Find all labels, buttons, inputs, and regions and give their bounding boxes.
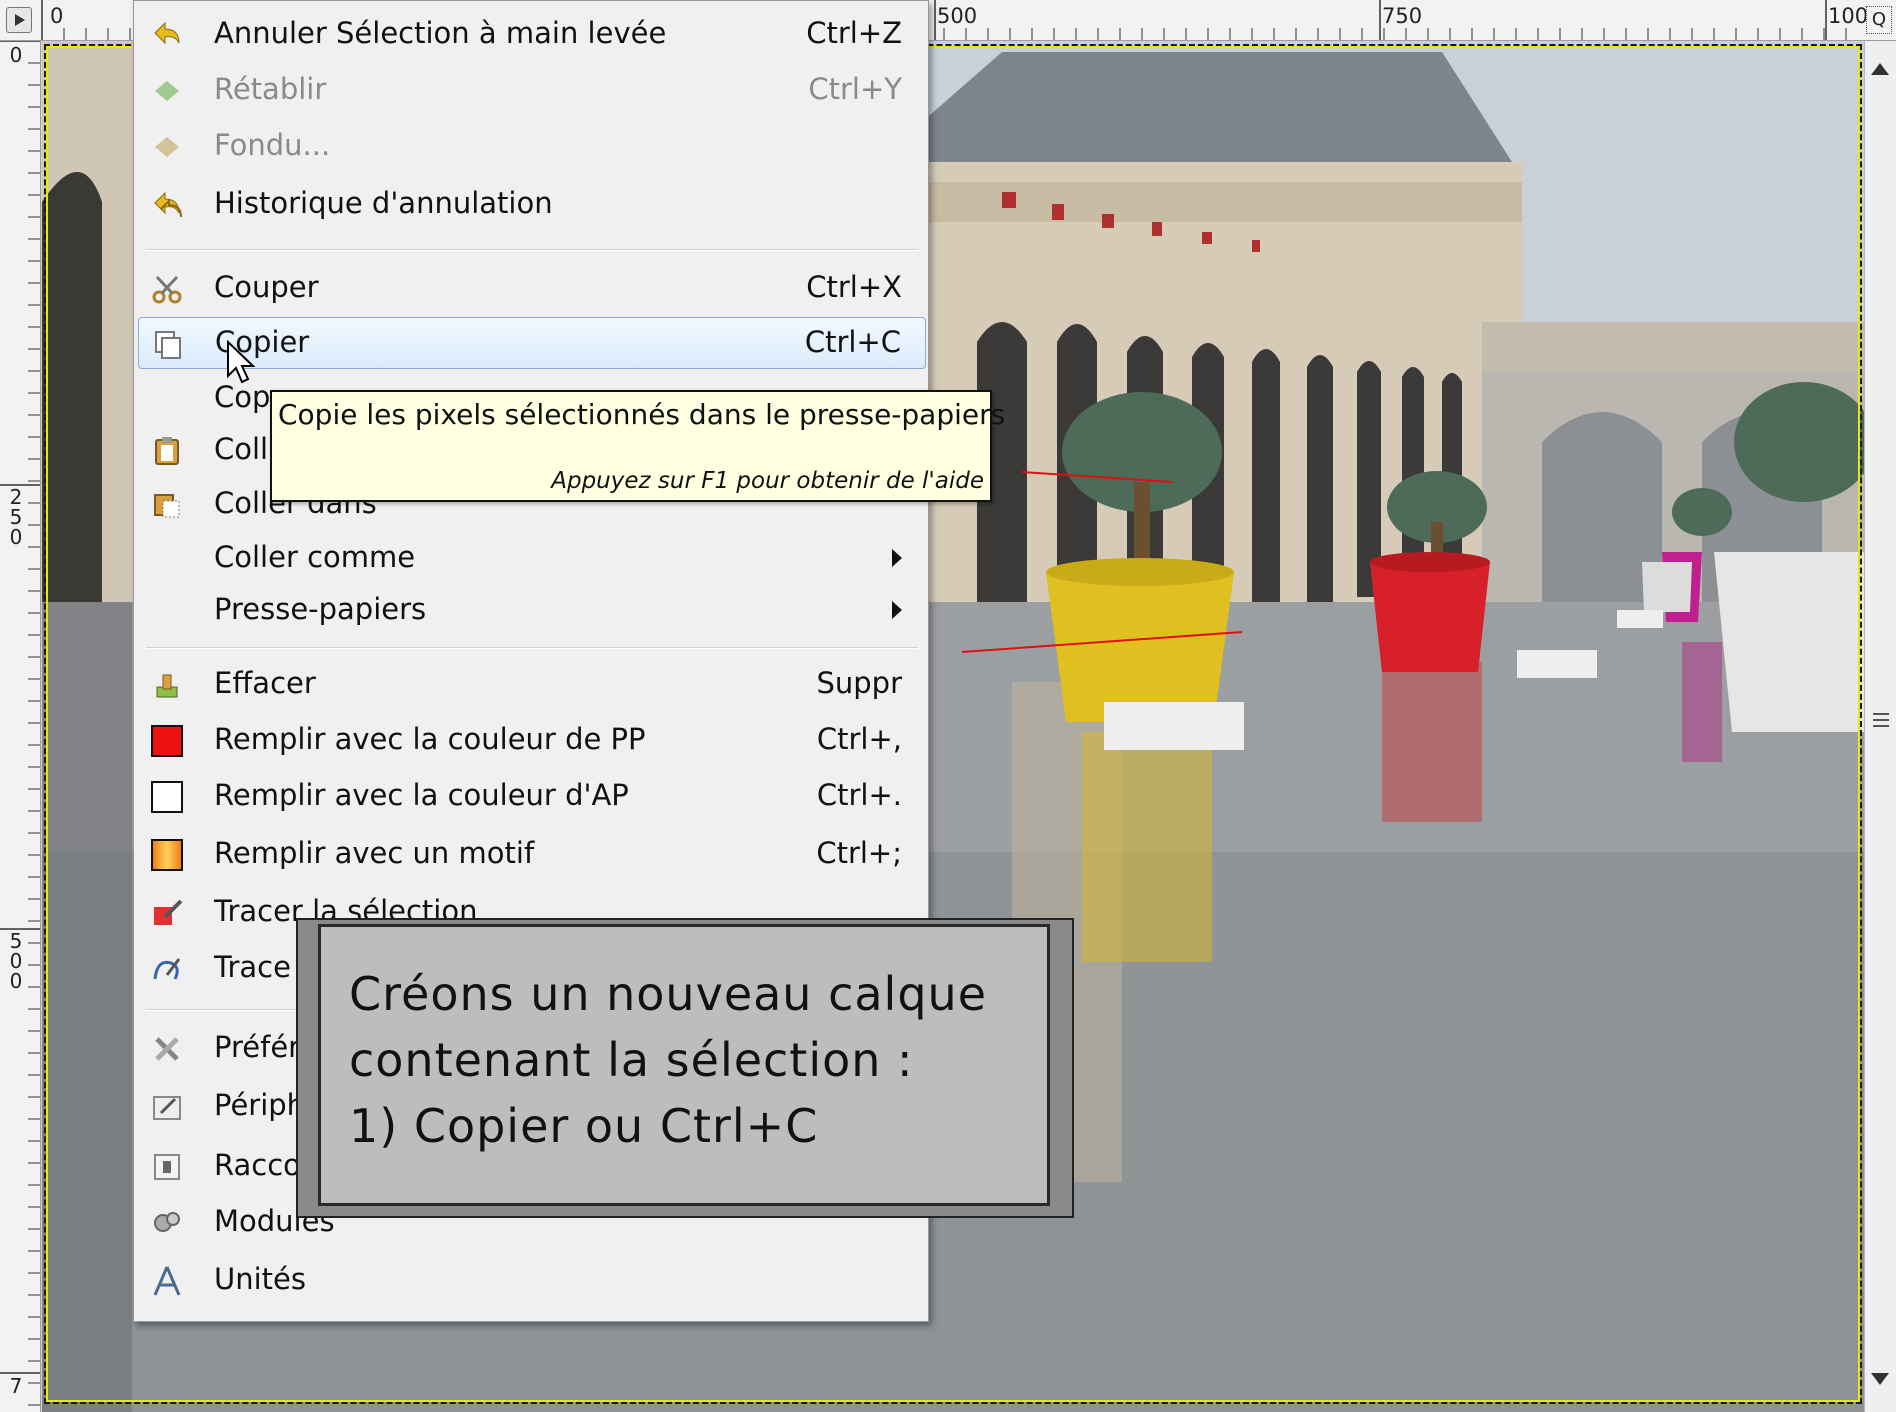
callout-text: Créons un nouveau calque contenant la sé… <box>349 961 987 1159</box>
menu-item-copy[interactable]: Copier Ctrl+C <box>138 317 926 369</box>
ruler-label-v0: 0 <box>9 43 23 67</box>
menu-label: Historique d'annulation <box>214 186 553 220</box>
fill-pattern-icon <box>151 839 183 871</box>
scroll-down-arrow-icon[interactable] <box>1871 1373 1889 1385</box>
tooltip-text: Copie les pixels sélectionnés dans le pr… <box>278 398 1006 431</box>
menu-item-undo-history[interactable]: Historique d'annulation <box>134 179 930 229</box>
preferences-icon <box>155 1037 179 1061</box>
menu-label: Unités <box>214 1262 306 1296</box>
menu-label: Racco <box>214 1148 301 1182</box>
menu-label: Remplir avec la couleur d'AP <box>214 778 629 812</box>
undo-history-icon <box>154 191 182 218</box>
modules-icon <box>154 1212 180 1232</box>
menu-label: Remplir avec la couleur de PP <box>214 722 646 756</box>
tooltip-help-hint: Appuyez sur F1 pour obtenir de l'aide <box>551 468 984 494</box>
menu-item-cut[interactable]: Couper Ctrl+X <box>134 263 930 313</box>
menu-label: Coller comme <box>214 540 416 574</box>
shortcuts-icon <box>154 1154 180 1180</box>
menu-label: Presse-papiers <box>214 592 427 626</box>
copy-tooltip: Copie les pixels sélectionnés dans le pr… <box>270 390 1005 502</box>
menu-item-fill-fg[interactable]: Remplir avec la couleur de PP Ctrl+, <box>134 715 930 765</box>
menu-item-fade[interactable]: Fondu... <box>134 121 930 171</box>
menu-label: Annuler Sélection à main levée <box>214 16 667 50</box>
menu-separator <box>146 249 918 251</box>
fill-bg-icon <box>151 781 183 813</box>
menu-shortcut: Ctrl+; <box>816 836 902 870</box>
ruler-label-0: 0 <box>50 4 64 28</box>
vertical-ruler-ticks <box>0 41 40 1406</box>
menu-item-units[interactable]: Unités <box>134 1255 930 1305</box>
scroll-up-arrow-icon[interactable] <box>1871 63 1889 75</box>
ruler-label-1000: 100 <box>1828 4 1869 28</box>
submenu-arrow-icon <box>892 549 902 567</box>
menu-item-fill-bg[interactable]: Remplir avec la couleur d'AP Ctrl+. <box>134 771 930 821</box>
menu-separator <box>146 647 918 649</box>
ruler-label-v250: 2 5 0 <box>9 485 23 549</box>
menu-item-clipboard[interactable]: Presse-papiers <box>134 585 930 635</box>
mouse-pointer-icon <box>227 340 256 384</box>
devices-icon <box>153 1096 181 1120</box>
menu-item-undo[interactable]: Annuler Sélection à main levée Ctrl+Z <box>134 9 930 59</box>
callout-line: contenant la sélection : <box>349 1033 914 1087</box>
callout-line: Créons un nouveau calque <box>349 967 987 1021</box>
menu-label: Couper <box>214 270 319 304</box>
stroke-selection-icon <box>154 899 183 925</box>
ruler-label-500: 500 <box>937 4 978 28</box>
menu-label: Fondu... <box>214 128 331 162</box>
submenu-arrow-icon <box>892 601 902 619</box>
menu-shortcut: Suppr <box>816 666 902 700</box>
copy-icon <box>155 331 181 359</box>
menu-shortcut: Ctrl+X <box>806 270 902 304</box>
fill-fg-icon <box>151 725 183 757</box>
units-icon <box>153 1266 181 1296</box>
fade-icon <box>155 137 179 157</box>
menu-shortcut: Ctrl+, <box>816 722 902 756</box>
yellow-pot <box>1046 572 1234 722</box>
menu-shortcut: Ctrl+C <box>804 325 901 359</box>
callout-line: 1) Copier ou Ctrl+C <box>349 1099 819 1153</box>
tutorial-callout: Créons un nouveau calque contenant la sé… <box>296 918 1074 1218</box>
menu-label: Remplir avec un motif <box>214 836 535 870</box>
menu-item-paste-as[interactable]: Coller comme <box>134 533 930 583</box>
menu-label: Rétablir <box>214 72 327 106</box>
menu-label: Trace <box>214 950 291 984</box>
menu-label: Périph <box>214 1088 306 1122</box>
zoom-navigate-button[interactable]: Q <box>1866 6 1892 34</box>
callout-box: Créons un nouveau calque contenant la sé… <box>318 924 1050 1206</box>
menu-label: Préfér <box>214 1030 301 1064</box>
menu-item-clear[interactable]: Effacer Suppr <box>134 659 930 709</box>
vertical-ruler[interactable]: 0 2 5 0 5 0 0 7 <box>0 41 41 1412</box>
scissors-icon <box>152 275 182 304</box>
menu-shortcut: Ctrl+Z <box>806 16 902 50</box>
menu-label: Coll <box>214 432 269 466</box>
undo-icon <box>154 21 180 45</box>
menu-item-fill-pattern[interactable]: Remplir avec un motif Ctrl+; <box>134 829 930 879</box>
menu-shortcut: Ctrl+Y <box>808 72 902 106</box>
scroll-grip-icon[interactable] <box>1873 713 1889 727</box>
ruler-label-v750: 7 <box>9 1374 23 1398</box>
paste-icon <box>155 437 179 465</box>
vertical-scrollbar[interactable] <box>1864 41 1896 1412</box>
paste-into-icon <box>154 494 180 518</box>
stroke-path-icon <box>153 958 181 980</box>
menu-shortcut: Ctrl+. <box>816 778 902 812</box>
redo-icon <box>155 81 179 101</box>
clear-icon <box>156 674 178 698</box>
ruler-label-v500: 5 0 0 <box>9 929 23 993</box>
ruler-label-750: 750 <box>1382 4 1423 28</box>
menu-label: Effacer <box>214 666 316 700</box>
menu-item-redo[interactable]: Rétablir Ctrl+Y <box>134 65 930 115</box>
